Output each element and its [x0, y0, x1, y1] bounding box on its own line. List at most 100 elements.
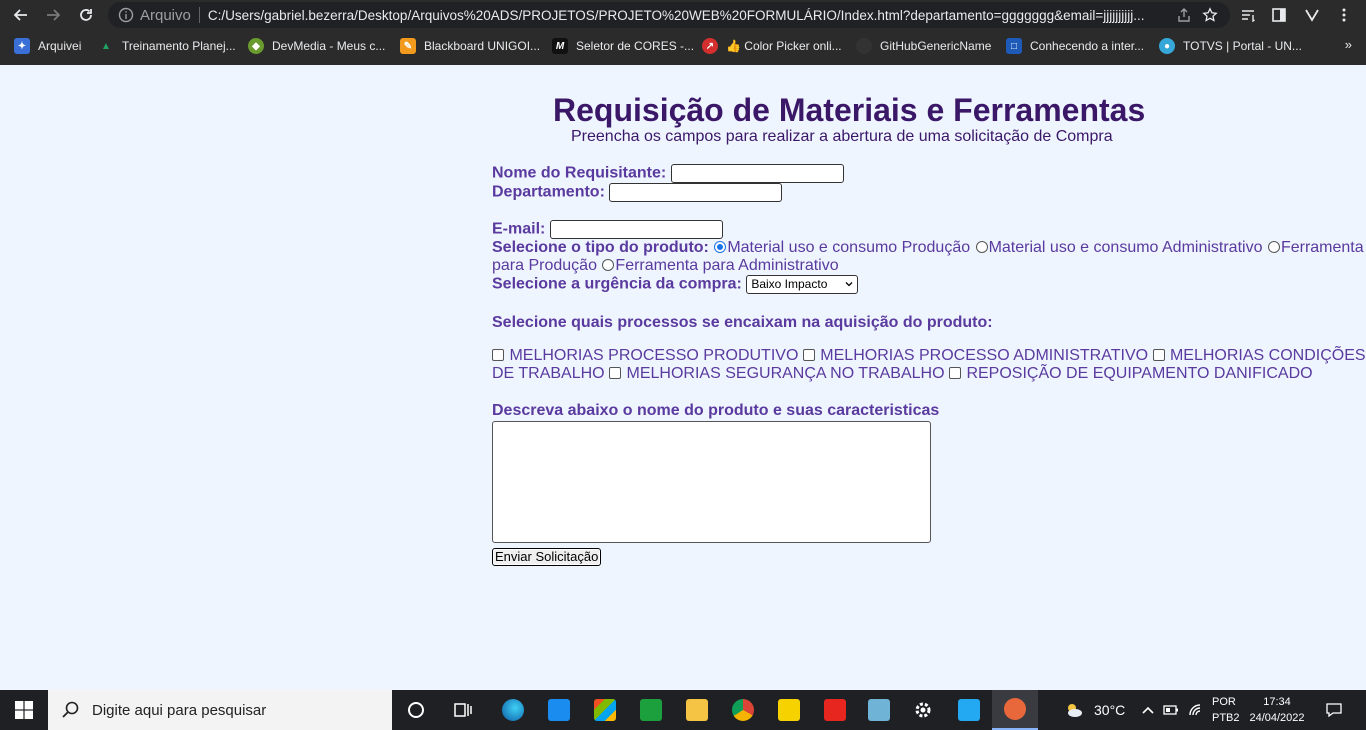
chevron-up-icon[interactable] — [1140, 702, 1156, 718]
department-row: Departamento: — [492, 183, 783, 202]
browser-chrome: Arquivo C:/Users/gabriel.bezerra/Desktop… — [0, 0, 1366, 65]
address-separator — [198, 7, 200, 23]
drive-icon: ▲ — [101, 40, 111, 52]
info-icon[interactable] — [118, 7, 134, 23]
sticky-notes-icon — [778, 699, 800, 721]
bookmark-label: DevMedia - Meus c... — [272, 39, 386, 53]
system-clock[interactable]: 17:34 24/04/2022 — [1246, 694, 1308, 726]
process-checkbox[interactable] — [609, 367, 622, 379]
urgency-label: Selecione a urgência da compra: — [492, 275, 742, 293]
reading-list-button[interactable] — [1236, 3, 1260, 27]
product-type-radio[interactable] — [975, 241, 988, 253]
menu-button[interactable] — [1332, 3, 1356, 27]
search-placeholder: Digite aqui para pesquisar — [92, 701, 267, 719]
taskbar-explorer[interactable] — [674, 690, 720, 730]
description-label: Descreva abaixo o nome do produto e suas… — [492, 402, 940, 419]
taskbar-edge[interactable] — [490, 690, 536, 730]
keyboard-layout: PTB2 — [1212, 712, 1240, 724]
product-type-radio[interactable] — [1267, 241, 1280, 253]
taskbar-chrome[interactable] — [720, 690, 766, 730]
bookmark-item[interactable]: ● TOTVS | Portal - UN... — [1159, 34, 1302, 58]
bookmark-favicon-icon: ✦ — [14, 38, 30, 54]
language-code: POR — [1212, 696, 1236, 708]
start-button[interactable] — [0, 690, 48, 730]
browser-toolbar: Arquivo C:/Users/gabriel.bezerra/Desktop… — [0, 0, 1366, 30]
bookmark-label: Conhecendo a inter... — [1030, 39, 1145, 53]
process-checkbox[interactable] — [802, 349, 815, 361]
bookmark-label: Arquivei — [38, 39, 82, 53]
product-type-label: Selecione o tipo do produto: — [492, 239, 709, 256]
description-textarea[interactable] — [492, 421, 931, 543]
url-text[interactable]: C:/Users/gabriel.bezerra/Desktop/Arquivo… — [208, 8, 1158, 23]
process-heading-row: Selecione quais processos se encaixam na… — [492, 314, 993, 332]
process-checkbox[interactable] — [1152, 349, 1165, 361]
profile-button[interactable] — [1300, 3, 1324, 27]
taskbar-chat[interactable] — [628, 690, 674, 730]
windows-logo-icon — [15, 701, 33, 719]
mail-icon — [548, 699, 570, 721]
taskbar-vscode[interactable] — [946, 690, 992, 730]
bookmark-label: GitHubGenericName — [880, 39, 992, 53]
forward-button[interactable] — [41, 3, 65, 27]
process-checkbox[interactable] — [948, 367, 961, 379]
urgency-select[interactable]: Baixo Impacto — [746, 275, 859, 294]
address-bar[interactable]: Arquivo C:/Users/gabriel.bezerra/Desktop… — [108, 2, 1230, 28]
reload-button[interactable] — [74, 3, 98, 27]
task-view-button[interactable] — [440, 690, 486, 730]
bookmark-label: Blackboard UNIGOI... — [424, 39, 541, 53]
bookmark-item[interactable]: □ Conhecendo a inter... — [1006, 34, 1144, 58]
chat-icon — [640, 699, 662, 721]
page-viewport: Requisição de Materiais e Ferramentas Pr… — [0, 65, 1366, 690]
submit-button[interactable]: Enviar Solicitação — [492, 548, 602, 566]
input-language[interactable]: POR PTB2 — [1212, 694, 1240, 726]
product-type-radio[interactable] — [714, 241, 727, 253]
bookmark-item[interactable]: ◆ DevMedia - Meus c... — [248, 34, 385, 58]
bookmark-label: Treinamento Planej... — [122, 39, 236, 53]
share-icon[interactable] — [1176, 7, 1192, 23]
product-type-option-label: Material uso e consumo Produção — [727, 239, 971, 256]
side-panel-icon — [1272, 8, 1286, 22]
taskbar-notepad[interactable] — [856, 690, 902, 730]
bookmark-item[interactable]: ✎ Blackboard UNIGOI... — [400, 34, 540, 58]
department-input[interactable] — [609, 183, 783, 202]
gear-icon — [915, 702, 931, 718]
cortana-button[interactable] — [393, 690, 439, 730]
bookmark-label: 👍 Color Picker onli... — [726, 39, 842, 53]
bookmarks-overflow-button[interactable]: » — [1345, 37, 1352, 52]
taskbar-active-app[interactable] — [992, 690, 1038, 730]
forward-arrow-icon — [47, 9, 61, 21]
back-arrow-icon — [13, 9, 27, 21]
email-row: E-mail: — [492, 220, 723, 239]
process-option-label: MELHORIAS PROCESSO ADMINISTRATIVO — [820, 347, 1149, 364]
bookmark-item[interactable]: GitHubGenericName — [856, 34, 991, 58]
bookmark-item[interactable]: M Seletor de CORES -... — [552, 34, 694, 58]
weather-temperature[interactable]: 30°C — [1094, 702, 1125, 718]
process-option-label: MELHORIAS PROCESSO PRODUTIVO — [509, 347, 799, 364]
bookmark-item[interactable]: ↗ 👍 Color Picker onli... — [702, 34, 842, 58]
bookmark-item[interactable]: ✦ Arquivei — [14, 34, 81, 58]
name-input[interactable] — [670, 164, 844, 183]
bookmark-star-icon[interactable] — [1202, 7, 1218, 23]
wifi-icon[interactable] — [1188, 702, 1204, 718]
taskbar-search-box[interactable]: Digite aqui para pesquisar — [48, 690, 392, 730]
notification-icon[interactable] — [1325, 701, 1343, 719]
process-label: Selecione quais processos se encaixam na… — [492, 314, 993, 331]
product-type-radio[interactable] — [602, 259, 615, 271]
battery-icon[interactable] — [1163, 702, 1179, 718]
email-input[interactable] — [549, 220, 723, 239]
taskbar-settings[interactable] — [900, 690, 946, 730]
taskbar-mail[interactable] — [536, 690, 582, 730]
side-panel-button[interactable] — [1267, 3, 1291, 27]
process-checkbox[interactable] — [492, 349, 504, 361]
profile-avatar-icon — [1305, 9, 1319, 22]
back-button[interactable] — [9, 3, 33, 27]
bookmark-item[interactable]: ▲ Treinamento Planej... — [98, 34, 236, 58]
reading-list-icon — [1242, 10, 1255, 23]
process-option-label: REPOSIÇÃO DE EQUIPAMENTO DANIFICADO — [966, 365, 1313, 382]
product-type-option-label: Ferramenta para Administrativo — [615, 257, 839, 274]
color-picker-icon: ↗ — [702, 38, 718, 54]
taskbar-sticky-notes[interactable] — [766, 690, 812, 730]
taskbar-store[interactable] — [582, 690, 628, 730]
taskbar-wps[interactable] — [812, 690, 858, 730]
weather-icon[interactable] — [1064, 700, 1084, 720]
